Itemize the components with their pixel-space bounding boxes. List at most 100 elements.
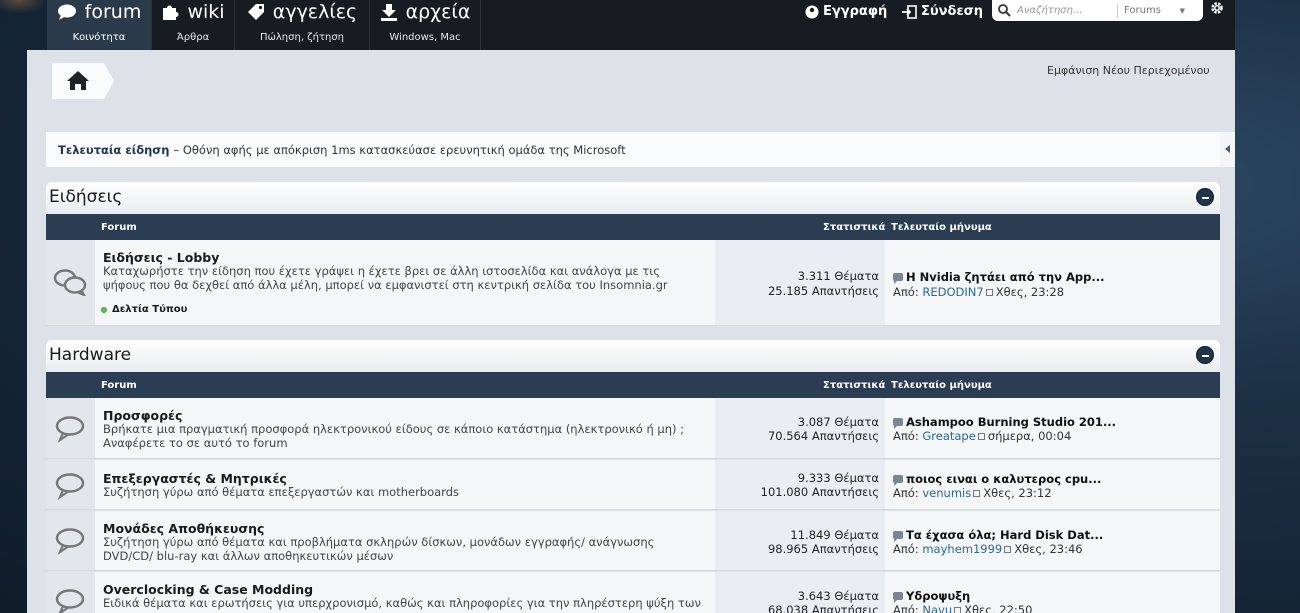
tab-wiki-label: wiki [187, 1, 225, 23]
last-post-title[interactable]: Ashampoo Burning Studio 201... [893, 415, 1116, 429]
post-count: 68.038 Απαντήσεις [767, 603, 879, 613]
forum-title[interactable]: Overclocking & Case Modding [103, 582, 313, 597]
by-label: Από: [893, 486, 919, 500]
news-label[interactable]: Τελευταία είδηση [58, 143, 169, 157]
thread-count: 3.087 Θέματα [797, 415, 879, 429]
forum-read-icon [53, 269, 87, 296]
chat-bubble-icon [57, 4, 76, 20]
last-post-cell: Η Nvidia ζητάει από την App... Από: REDO… [885, 240, 1220, 325]
user-icon [805, 5, 819, 18]
last-post-cell: ποιος ειναι ο καλυτερος cpu... Από: venu… [885, 460, 1220, 509]
col-stats: Στατιστικά [823, 380, 886, 391]
puzzle-icon [163, 5, 179, 20]
user-popup-icon[interactable] [977, 433, 985, 440]
last-post-user[interactable]: REDODIN7 [922, 285, 983, 299]
last-post-title[interactable]: Η Nvidia ζητάει από την App... [893, 270, 1104, 284]
last-post-user[interactable]: mayhem1999 [922, 542, 1002, 556]
col-forum: Forum [101, 222, 137, 233]
tab-classifieds[interactable]: αγγελίες Πώληση, ζήτηση [235, 0, 369, 50]
last-post-time: Χθες, 23:12 [983, 486, 1052, 500]
last-post-meta: Από: Navu Χθες, 22:50 [893, 603, 1032, 613]
forum-stats-cell: 3.311 Θέματα 25.185 Απαντήσεις [715, 240, 885, 325]
collapse-button[interactable] [1196, 188, 1214, 206]
background-decoration [0, 0, 47, 14]
download-icon [380, 4, 397, 21]
post-count: 98.965 Απαντήσεις [767, 542, 879, 556]
last-post-time: Χθες, 23:46 [1014, 542, 1083, 556]
last-post-icon [893, 531, 903, 542]
by-label: Από: [893, 603, 919, 613]
whats-new-link[interactable]: Εμφάνιση Νέου Περιεχομένου [1047, 64, 1210, 77]
tab-wiki-sub: Άρθρα [176, 32, 210, 43]
user-popup-icon[interactable] [985, 289, 993, 296]
user-popup-icon[interactable] [954, 607, 962, 613]
forum-title[interactable]: Μονάδες Αποθήκευσης [103, 521, 264, 536]
breadcrumb-home[interactable] [52, 63, 114, 99]
tab-forum-label: forum [84, 1, 142, 23]
login-link[interactable]: Σύνδεση [901, 4, 983, 19]
forum-status-cell [46, 398, 95, 458]
forum-status-cell [46, 460, 95, 509]
subforum-link[interactable]: Δελτία Τύπου [101, 304, 187, 315]
col-last: Τελευταίο μήνυμα [891, 222, 992, 233]
collapse-button[interactable] [1196, 346, 1214, 364]
last-post-title[interactable]: Τα έχασα όλα; Hard Disk Dat... [893, 528, 1103, 542]
forum-status-cell [46, 511, 95, 570]
news-text[interactable]: – Οθόνη αφής με απόκριση 1ms κατασκεύασε… [173, 143, 625, 157]
forum-description: Ειδικά θέματα και ερωτήσεις για υπερχρον… [103, 596, 701, 610]
forum-row: Overclocking & Case Modding Ειδικά θέματ… [46, 572, 1220, 613]
last-post-user[interactable]: venumis [922, 486, 971, 500]
col-last: Τελευταίο μήνυμα [891, 380, 992, 391]
forum-info-cell: Ειδήσεις - Lobby Καταχωρήστε την είδηση … [95, 240, 715, 325]
last-post-user[interactable]: Navu [922, 603, 952, 613]
last-post-time: σήμερα, 00:04 [987, 429, 1072, 443]
last-post-icon [893, 418, 903, 429]
register-label: Εγγραφή [823, 4, 888, 19]
search-input[interactable]: Αναζήτηση... [1017, 5, 1117, 16]
last-post-icon [893, 475, 903, 486]
last-post-title-text: Η Nvidia ζητάει από την App... [906, 270, 1105, 284]
subforum-status-dot [101, 306, 107, 313]
search-scope-select[interactable]: Forums ▼ [1117, 3, 1189, 18]
search-icon[interactable] [998, 4, 1011, 17]
forum-title[interactable]: Ειδήσεις - Lobby [103, 250, 219, 265]
forum-read-icon [55, 528, 85, 555]
last-post-title[interactable]: ποιος ειναι ο καλυτερος cpu... [893, 472, 1101, 486]
thread-count: 3.311 Θέματα [797, 269, 879, 283]
last-post-title-text: Ashampoo Burning Studio 201... [906, 415, 1117, 429]
tab-files[interactable]: αρχεία Windows, Mac [370, 0, 480, 50]
column-header: Forum Στατιστικά Τελευταίο μήνυμα [46, 372, 1220, 398]
forum-stats-cell: 3.087 Θέματα 70.564 Απαντήσεις [715, 398, 885, 458]
col-forum: Forum [101, 380, 137, 391]
last-post-icon [893, 273, 903, 284]
tab-forum[interactable]: forum Κοινότητα [47, 0, 151, 50]
last-post-title-text: ποιος ειναι ο καλυτερος cpu... [906, 472, 1102, 486]
forum-read-icon [55, 473, 85, 500]
user-popup-icon[interactable] [973, 490, 981, 497]
last-post-title[interactable]: Υδροψυξη [893, 589, 970, 603]
last-post-cell: Υδροψυξη Από: Navu Χθες, 22:50 [885, 572, 1220, 613]
register-link[interactable]: Εγγραφή [805, 4, 887, 19]
forum-status-cell [46, 240, 95, 325]
gear-icon [1211, 2, 1223, 14]
tab-files-label: αρχεία [405, 1, 471, 23]
forum-title[interactable]: Επεξεργαστές & Μητρικές [103, 471, 287, 486]
tab-wiki[interactable]: wiki Άρθρα [152, 0, 234, 50]
by-label: Από: [893, 429, 919, 443]
section-title[interactable]: Hardware [49, 345, 131, 365]
forum-title[interactable]: Προσφορές [103, 408, 182, 423]
column-header: Forum Στατιστικά Τελευταίο μήνυμα [46, 214, 1220, 240]
col-stats: Στατιστικά [823, 222, 886, 233]
last-post-user[interactable]: Greatape [922, 429, 975, 443]
forum-info-cell: Προσφορές Βρήκατε μια πραγματική προσφορ… [95, 398, 715, 458]
forum-row: Προσφορές Βρήκατε μια πραγματική προσφορ… [46, 398, 1220, 459]
settings-button[interactable] [1210, 0, 1224, 19]
tab-classifieds-label: αγγελίες [272, 1, 358, 23]
forum-description: Συζήτηση γύρω από θέματα και προβλήματα … [103, 535, 655, 563]
section-title[interactable]: Ειδήσεις [49, 187, 122, 207]
last-post-cell: Ashampoo Burning Studio 201... Από: Grea… [885, 398, 1220, 458]
last-post-time: Χθες, 22:50 [964, 603, 1033, 613]
user-popup-icon[interactable] [1004, 546, 1012, 553]
news-toggle-button[interactable] [1220, 132, 1235, 167]
forum-row: Ειδήσεις - Lobby Καταχωρήστε την είδηση … [46, 240, 1220, 326]
